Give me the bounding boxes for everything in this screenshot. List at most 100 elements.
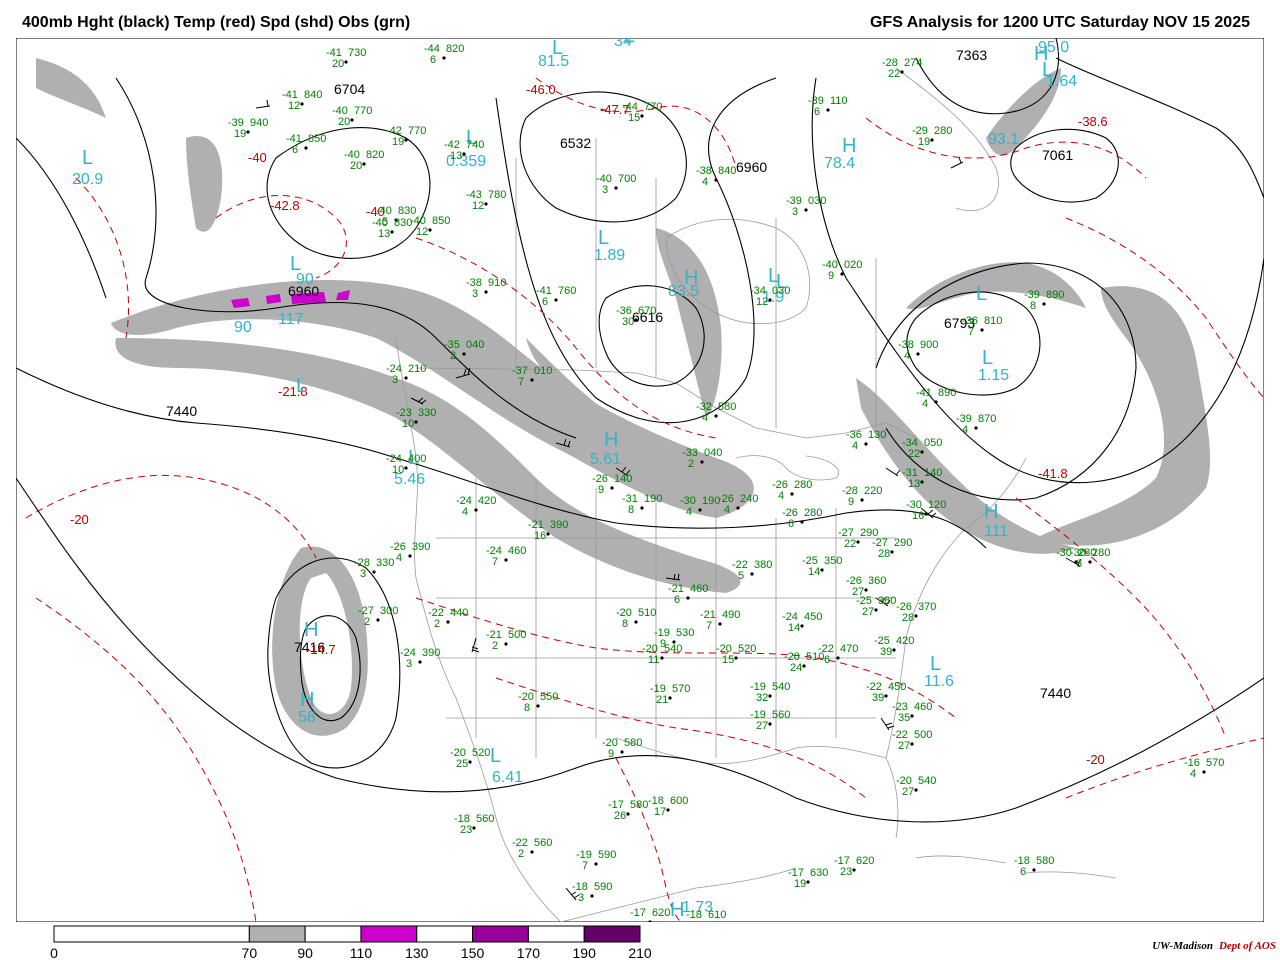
station-temperature: -30 xyxy=(1056,547,1072,559)
high-low-marker: H xyxy=(670,899,684,921)
station-dot xyxy=(634,318,638,322)
station-dewpoint-depression: 6 xyxy=(292,144,298,156)
station-height: 500 xyxy=(508,629,526,641)
high-low-marker: L xyxy=(552,38,563,59)
wind-speed-label: 11.6 xyxy=(924,673,954,690)
station-dot xyxy=(924,512,928,516)
station-dewpoint-depression: 6 xyxy=(788,518,794,530)
station-dot xyxy=(974,426,978,430)
station-dot xyxy=(836,656,840,660)
legend-bin xyxy=(53,925,250,943)
station-dot xyxy=(1074,560,1078,564)
station-dot xyxy=(640,114,644,118)
station-dot xyxy=(914,788,918,792)
station-height: 870 xyxy=(978,413,996,425)
station-dewpoint-depression: 9 xyxy=(608,748,614,760)
station-dot xyxy=(246,130,250,134)
high-low-marker: H xyxy=(300,689,314,711)
station-dewpoint-depression: 8 xyxy=(628,504,634,516)
station-dewpoint-depression: 21 xyxy=(656,694,668,706)
station-dot xyxy=(418,660,422,664)
station-height: 670 xyxy=(638,305,656,317)
station-dot xyxy=(934,400,938,404)
station-dot xyxy=(864,442,868,446)
station-dewpoint-depression: 5 xyxy=(738,570,744,582)
height-label: 7440 xyxy=(166,403,197,419)
station-dot xyxy=(546,532,550,536)
station-height: 360 xyxy=(868,575,886,587)
station-dewpoint-depression: 19 xyxy=(794,878,806,890)
wind-speed-label: 1.15 xyxy=(978,367,1009,384)
station-dot xyxy=(826,108,830,112)
station-dewpoint-depression: 23 xyxy=(840,866,852,878)
temperature-label: -20 xyxy=(70,512,89,527)
wind-speed-label: 78.4 xyxy=(824,155,855,172)
height-label: 6532 xyxy=(560,135,591,151)
station-temperature: -17 xyxy=(630,907,646,919)
station-height: 280 xyxy=(794,479,812,491)
station-dot xyxy=(686,596,690,600)
station-dot xyxy=(504,642,508,646)
height-label: 7363 xyxy=(956,47,987,63)
station-height: 770 xyxy=(408,125,426,137)
station-dot xyxy=(620,750,624,754)
station-height: 820 xyxy=(366,149,384,161)
high-low-marker: L xyxy=(598,227,609,249)
station-height: 580 xyxy=(718,401,736,413)
station-height: 550 xyxy=(540,691,558,703)
station-dewpoint-depression: 3 xyxy=(602,184,608,196)
station-height: 390 xyxy=(412,541,430,553)
station-height: 890 xyxy=(938,387,956,399)
station-height: 770 xyxy=(644,101,662,113)
station-dot xyxy=(874,608,878,612)
station-height: 600 xyxy=(670,795,688,807)
station-height: 220 xyxy=(864,485,882,497)
station-dewpoint-depression: 8 xyxy=(1030,300,1036,312)
station-height: 274 xyxy=(904,57,922,69)
station-height: 420 xyxy=(896,635,914,647)
station-dot xyxy=(640,506,644,510)
legend-bin xyxy=(248,925,306,943)
station-dewpoint-depression: 22 xyxy=(888,68,900,80)
station-dewpoint-depression: 27 xyxy=(756,720,768,732)
station-dewpoint-depression: 19 xyxy=(234,128,246,140)
station-dot xyxy=(800,520,804,524)
station-height: 910 xyxy=(488,277,506,289)
high-low-marker: L xyxy=(290,253,301,275)
station-dewpoint-depression: 2 xyxy=(518,848,524,860)
station-height: 440 xyxy=(450,607,468,619)
station-dot xyxy=(590,894,594,898)
station-height: 030 xyxy=(772,285,790,297)
station-dewpoint-depression: 7 xyxy=(706,620,712,632)
station-dot xyxy=(900,70,904,74)
station-dewpoint-depression: 6 xyxy=(430,54,436,66)
station-dot xyxy=(594,862,598,866)
temperature-label: -46.0 xyxy=(526,82,556,97)
station-dot xyxy=(404,376,408,380)
station-dewpoint-depression: 3 xyxy=(406,658,412,670)
station-dewpoint-depression: 16 xyxy=(912,510,924,522)
station-dot xyxy=(820,568,824,572)
station-dot xyxy=(474,508,478,512)
station-dewpoint-depression: 12 xyxy=(756,296,768,308)
station-dewpoint-depression: 4 xyxy=(962,424,968,436)
station-dewpoint-depression: 6 xyxy=(1076,558,1082,570)
station-height: 280 xyxy=(934,125,952,137)
temperature-label: -20 xyxy=(1086,752,1105,767)
station-height: 620 xyxy=(652,907,670,919)
station-dewpoint-depression: 12 xyxy=(288,100,300,112)
station-dot xyxy=(1042,302,1046,306)
station-dewpoint-depression: 39 xyxy=(880,646,892,658)
station-dewpoint-depression: 3 xyxy=(472,288,478,300)
station-dot xyxy=(442,56,446,60)
station-dot xyxy=(930,138,934,142)
station-height: 580 xyxy=(624,737,642,749)
station-dewpoint-depression: 30 xyxy=(622,316,634,328)
station-dot xyxy=(1088,560,1092,564)
height-label: 7440 xyxy=(1040,685,1071,701)
station-height: 530 xyxy=(676,627,694,639)
station-height: 840 xyxy=(718,165,736,177)
station-dewpoint-depression: 7 xyxy=(968,326,974,338)
legend-tick-label: 130 xyxy=(405,945,429,960)
wind-speed-label: 20.9 xyxy=(72,171,103,188)
